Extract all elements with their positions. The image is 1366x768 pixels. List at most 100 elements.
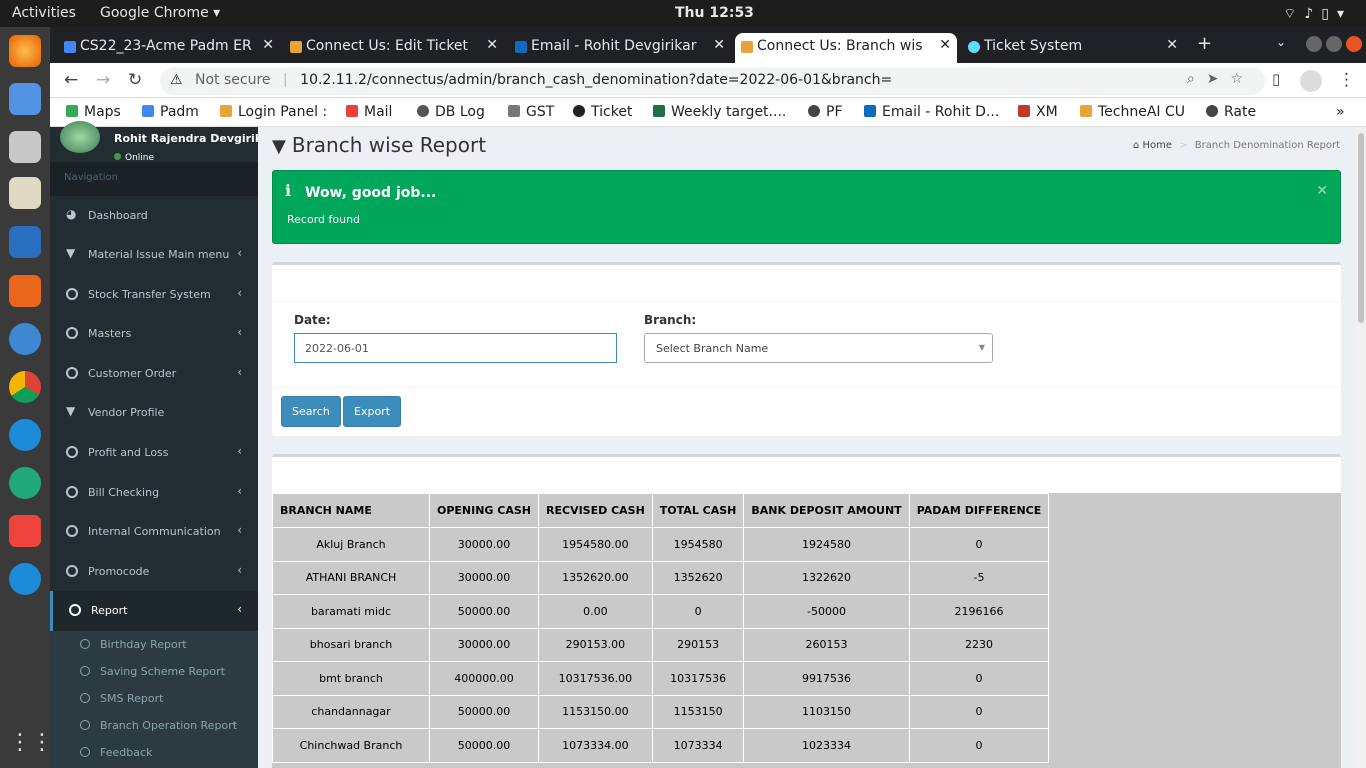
close-alert-icon[interactable]: ✕ — [1316, 183, 1328, 199]
remote-desktop-icon[interactable] — [9, 467, 41, 499]
tab-email[interactable]: Email - Rohit Devgirikar ✕ — [509, 33, 731, 63]
submenu-branch-operation-report[interactable]: Branch Operation Report ‹ — [50, 712, 258, 739]
table-cell: 1153150 — [651, 694, 745, 729]
menu-dots-icon[interactable]: ⋮ — [1338, 70, 1355, 90]
app-menu[interactable]: Google Chrome ▾ — [100, 5, 220, 21]
sidebar-item-material-issue[interactable]: ▼ Material Issue Main menu ‹ — [50, 235, 258, 275]
bookmark-xm[interactable]: XM — [1018, 104, 1058, 120]
bookmark-pf[interactable]: PF — [808, 104, 843, 120]
circle-icon — [66, 327, 78, 339]
tab-search-icon[interactable]: ⌄ — [1276, 35, 1286, 49]
sidebar-item-stock-transfer[interactable]: Stock Transfer System ‹ — [50, 275, 258, 315]
close-tab-icon[interactable]: ✕ — [713, 37, 725, 53]
scrollbar-thumb[interactable] — [1358, 133, 1364, 323]
bookmark-star-icon[interactable]: ☆ — [1230, 71, 1255, 87]
submenu-birthday-report[interactable]: Birthday Report — [50, 631, 258, 658]
more-bookmarks-icon[interactable]: » — [1336, 104, 1345, 120]
send-icon[interactable]: ➤ — [1207, 71, 1231, 87]
back-icon[interactable]: ← — [64, 70, 78, 90]
help-icon[interactable] — [9, 323, 41, 355]
bookmark-padm[interactable]: Padm — [142, 104, 199, 120]
sidebar-item-customer-order[interactable]: Customer Order ‹ — [50, 354, 258, 394]
alert-body: Record found — [287, 213, 361, 226]
page-header: ▼ Branch wise Report — [272, 133, 486, 157]
col-recvised-cash: RECVISED CASH — [538, 493, 653, 528]
table-cell: Akluj Branch — [272, 527, 430, 562]
export-button[interactable]: Export — [343, 396, 402, 427]
close-window-icon[interactable] — [1346, 36, 1362, 52]
bookmark-email[interactable]: Email - Rohit D... — [864, 104, 999, 120]
close-tab-icon[interactable]: ✕ — [939, 37, 951, 53]
writer-icon[interactable] — [9, 226, 41, 258]
bookmark-login-panel[interactable]: Login Panel : — [220, 104, 327, 120]
address-bar[interactable]: ⚠ Not secure | 10.2.11.2/connectus/admin… — [160, 67, 1265, 95]
sidebar-item-profit-loss[interactable]: Profit and Loss ‹ — [50, 433, 258, 473]
maximize-icon[interactable] — [1326, 36, 1342, 52]
excel-icon — [653, 105, 665, 117]
app-grid-icon[interactable]: ⋮⋮ — [9, 727, 53, 759]
sidebar-item-vendor-profile[interactable]: ▼ Vendor Profile — [50, 393, 258, 433]
firefox-icon[interactable] — [9, 35, 41, 67]
date-input[interactable]: 2022-06-01 — [294, 333, 617, 363]
bookmark-weekly-target[interactable]: Weekly target.... — [653, 104, 786, 120]
bookmark-techneai[interactable]: TechneAI CU — [1080, 104, 1185, 120]
zoom-icon[interactable]: ⌕ — [1187, 71, 1207, 87]
software-store-icon[interactable] — [9, 275, 41, 307]
tab-branch-wise-report[interactable]: Connect Us: Branch wis ✕ — [735, 33, 957, 63]
submenu-sms-report[interactable]: SMS Report — [50, 685, 258, 712]
sidebar-item-report[interactable]: Report ‹ — [50, 591, 258, 631]
table-cell: 1322620 — [743, 560, 910, 595]
breadcrumb-home[interactable]: Home — [1142, 140, 1172, 151]
audio-icon[interactable] — [9, 177, 41, 209]
mail-client-icon[interactable] — [9, 83, 41, 115]
sidebar-item-internal-communication[interactable]: Internal Communication ‹ — [50, 512, 258, 552]
table-cell: Chinchwad Branch — [272, 728, 430, 763]
system-tray[interactable]: ⌔♪▯▾ — [1283, 5, 1352, 23]
softphone-icon[interactable] — [9, 563, 41, 595]
bookmark-db-log[interactable]: DB Log — [417, 104, 485, 120]
bookmark-rate[interactable]: Rate — [1206, 104, 1256, 120]
table-cell: 1954580 — [651, 527, 745, 562]
circle-icon — [80, 747, 90, 757]
profile-avatar-icon[interactable] — [1300, 70, 1322, 92]
bookmark-maps[interactable]: Maps — [66, 104, 121, 120]
files-icon[interactable] — [9, 131, 41, 163]
anydesk-icon[interactable] — [9, 515, 41, 547]
dashboard-icon: ◕ — [66, 207, 77, 221]
close-tab-icon[interactable]: ✕ — [262, 37, 274, 53]
search-button[interactable]: Search — [281, 396, 341, 427]
activities-button[interactable]: Activities — [12, 5, 76, 21]
bookmark-gst[interactable]: GST — [508, 104, 554, 120]
connectus-favicon-icon — [741, 41, 753, 53]
phone-icon[interactable] — [9, 419, 41, 451]
close-tab-icon[interactable]: ✕ — [486, 37, 498, 53]
tab-edit-ticket[interactable]: Connect Us: Edit Ticket ✕ — [284, 33, 504, 63]
side-panel-icon[interactable]: ▯ — [1272, 70, 1280, 88]
alert-title: Wow, good job... — [305, 185, 437, 201]
filter-icon: ▼ — [66, 246, 76, 260]
new-tab-icon[interactable]: + — [1197, 33, 1212, 54]
reload-icon[interactable]: ↻ — [128, 70, 142, 90]
clock[interactable]: Thu 12:53 — [675, 5, 754, 21]
chrome-icon[interactable] — [9, 371, 41, 403]
branch-select[interactable]: Select Branch Name ▼ — [644, 333, 993, 363]
tab-erp[interactable]: CS22_23-Acme Padm ER ✕ — [58, 33, 280, 63]
submenu-feedback[interactable]: Feedback — [50, 739, 258, 766]
sidebar-item-promocode[interactable]: Promocode ‹ — [50, 552, 258, 592]
tab-ticket-system[interactable]: Ticket System ✕ — [962, 33, 1184, 63]
page-scrollbar[interactable] — [1356, 127, 1366, 768]
forward-icon[interactable]: → — [96, 70, 110, 90]
bookmark-mail[interactable]: Mail — [346, 104, 392, 120]
chevron-left-icon: ‹ — [237, 246, 242, 260]
bookmark-ticket[interactable]: Ticket — [573, 104, 632, 120]
sidebar-item-dashboard[interactable]: ◕ Dashboard — [50, 196, 258, 236]
minimize-icon[interactable] — [1306, 36, 1322, 52]
sidebar-item-masters[interactable]: Masters ‹ — [50, 314, 258, 354]
table-cell: bmt branch — [272, 661, 430, 696]
table-cell: 1103150 — [743, 694, 910, 729]
divider — [272, 301, 1341, 302]
close-tab-icon[interactable]: ✕ — [1166, 37, 1178, 53]
sidebar-item-bill-checking[interactable]: Bill Checking ‹ — [50, 473, 258, 513]
outlook-favicon-icon — [515, 41, 527, 53]
submenu-saving-scheme-report[interactable]: Saving Scheme Report — [50, 658, 258, 685]
